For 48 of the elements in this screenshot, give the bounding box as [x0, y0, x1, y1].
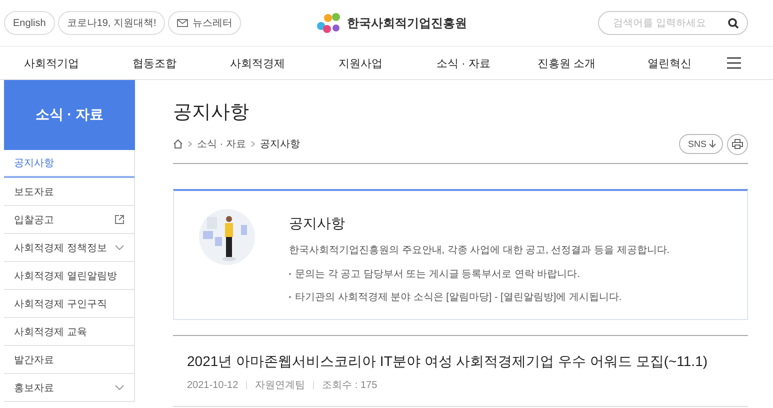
sidebar-item[interactable]: 보도자료: [4, 178, 135, 206]
search-icon[interactable]: [728, 18, 739, 29]
newsletter-link[interactable]: 뉴스레터: [168, 11, 242, 35]
nav-link[interactable]: 진흥원 소개: [537, 56, 596, 70]
intro-title: 공지사항: [289, 215, 346, 233]
external-link-icon: [115, 215, 124, 224]
logo-text[interactable]: 한국사회적기업진흥원: [347, 14, 467, 32]
sidebar-item[interactable]: 홍보자료: [4, 374, 135, 402]
intro-note: 문의는 각 공고 담당부서 또는 게시글 등록부서로 연락 바랍니다.: [295, 268, 580, 281]
sidebar-title: 소식 · 자료: [4, 80, 135, 150]
sidebar-item[interactable]: 공지사항: [4, 150, 135, 178]
chevron-down-icon: [115, 245, 124, 250]
sidebar-item[interactable]: 사회적경제 교육: [4, 318, 135, 346]
sidebar-item[interactable]: 사회적경제 구인구직: [4, 290, 135, 318]
chevron-right-icon: [188, 141, 192, 147]
nav-link[interactable]: 협동조합: [132, 56, 176, 70]
chevron-right-icon: [250, 141, 255, 147]
chevron-down-icon: [115, 385, 124, 390]
nav-link[interactable]: 사회적경제: [230, 56, 285, 70]
arrow-down-icon: [709, 140, 716, 148]
post-views: 조회수 : 175: [322, 379, 378, 392]
sidebar-item[interactable]: 사회적경제 정책정보: [4, 234, 135, 262]
sidebar-item[interactable]: 발간자료: [4, 346, 135, 374]
print-button[interactable]: [727, 134, 748, 154]
home-icon[interactable]: [173, 139, 183, 149]
printer-icon: [732, 139, 743, 149]
nav-link[interactable]: 소식 · 자료: [436, 56, 490, 70]
search-field[interactable]: 검색어를 입력하세요: [598, 11, 748, 35]
page-title: 공지사항: [173, 101, 250, 125]
post-date: 2021-10-12: [187, 380, 238, 390]
presenter-illustration-drawing: [199, 209, 255, 265]
breadcrumb-link[interactable]: 소식 · 자료: [197, 137, 246, 151]
breadcrumb-link[interactable]: 공지사항: [260, 137, 300, 151]
post-title[interactable]: 2021년 아마존웹서비스코리아 IT분야 여성 사회적경제기업 우수 어워드 모집(~11.1): [187, 353, 708, 369]
top-link[interactable]: 코로나19, 지원대책!: [58, 11, 166, 35]
mail-icon: [177, 19, 188, 27]
sidebar-item[interactable]: 사회적경제 열린알림방: [4, 262, 135, 290]
logo-icon: [316, 12, 342, 34]
menu-icon[interactable]: [727, 57, 741, 69]
nav-link[interactable]: 지원사업: [338, 56, 382, 70]
nav-link[interactable]: 사회적기업: [24, 56, 79, 70]
sns-button[interactable]: SNS: [679, 134, 723, 154]
intro-note: 타기관의 사회적경제 분야 소식은 [알림마당] - [열린알림방]에 게시됩니다.: [295, 291, 622, 304]
post-department: 자원연계팀: [255, 379, 306, 392]
top-link[interactable]: English: [4, 11, 55, 35]
nav-link[interactable]: 열린혁신: [648, 56, 692, 70]
intro-description: 한국사회적기업진흥원의 주요안내, 각종 사업에 대한 공고, 선정결과 등을 제공합니다.: [289, 244, 670, 257]
sidebar-item[interactable]: 입찰공고: [4, 206, 135, 234]
